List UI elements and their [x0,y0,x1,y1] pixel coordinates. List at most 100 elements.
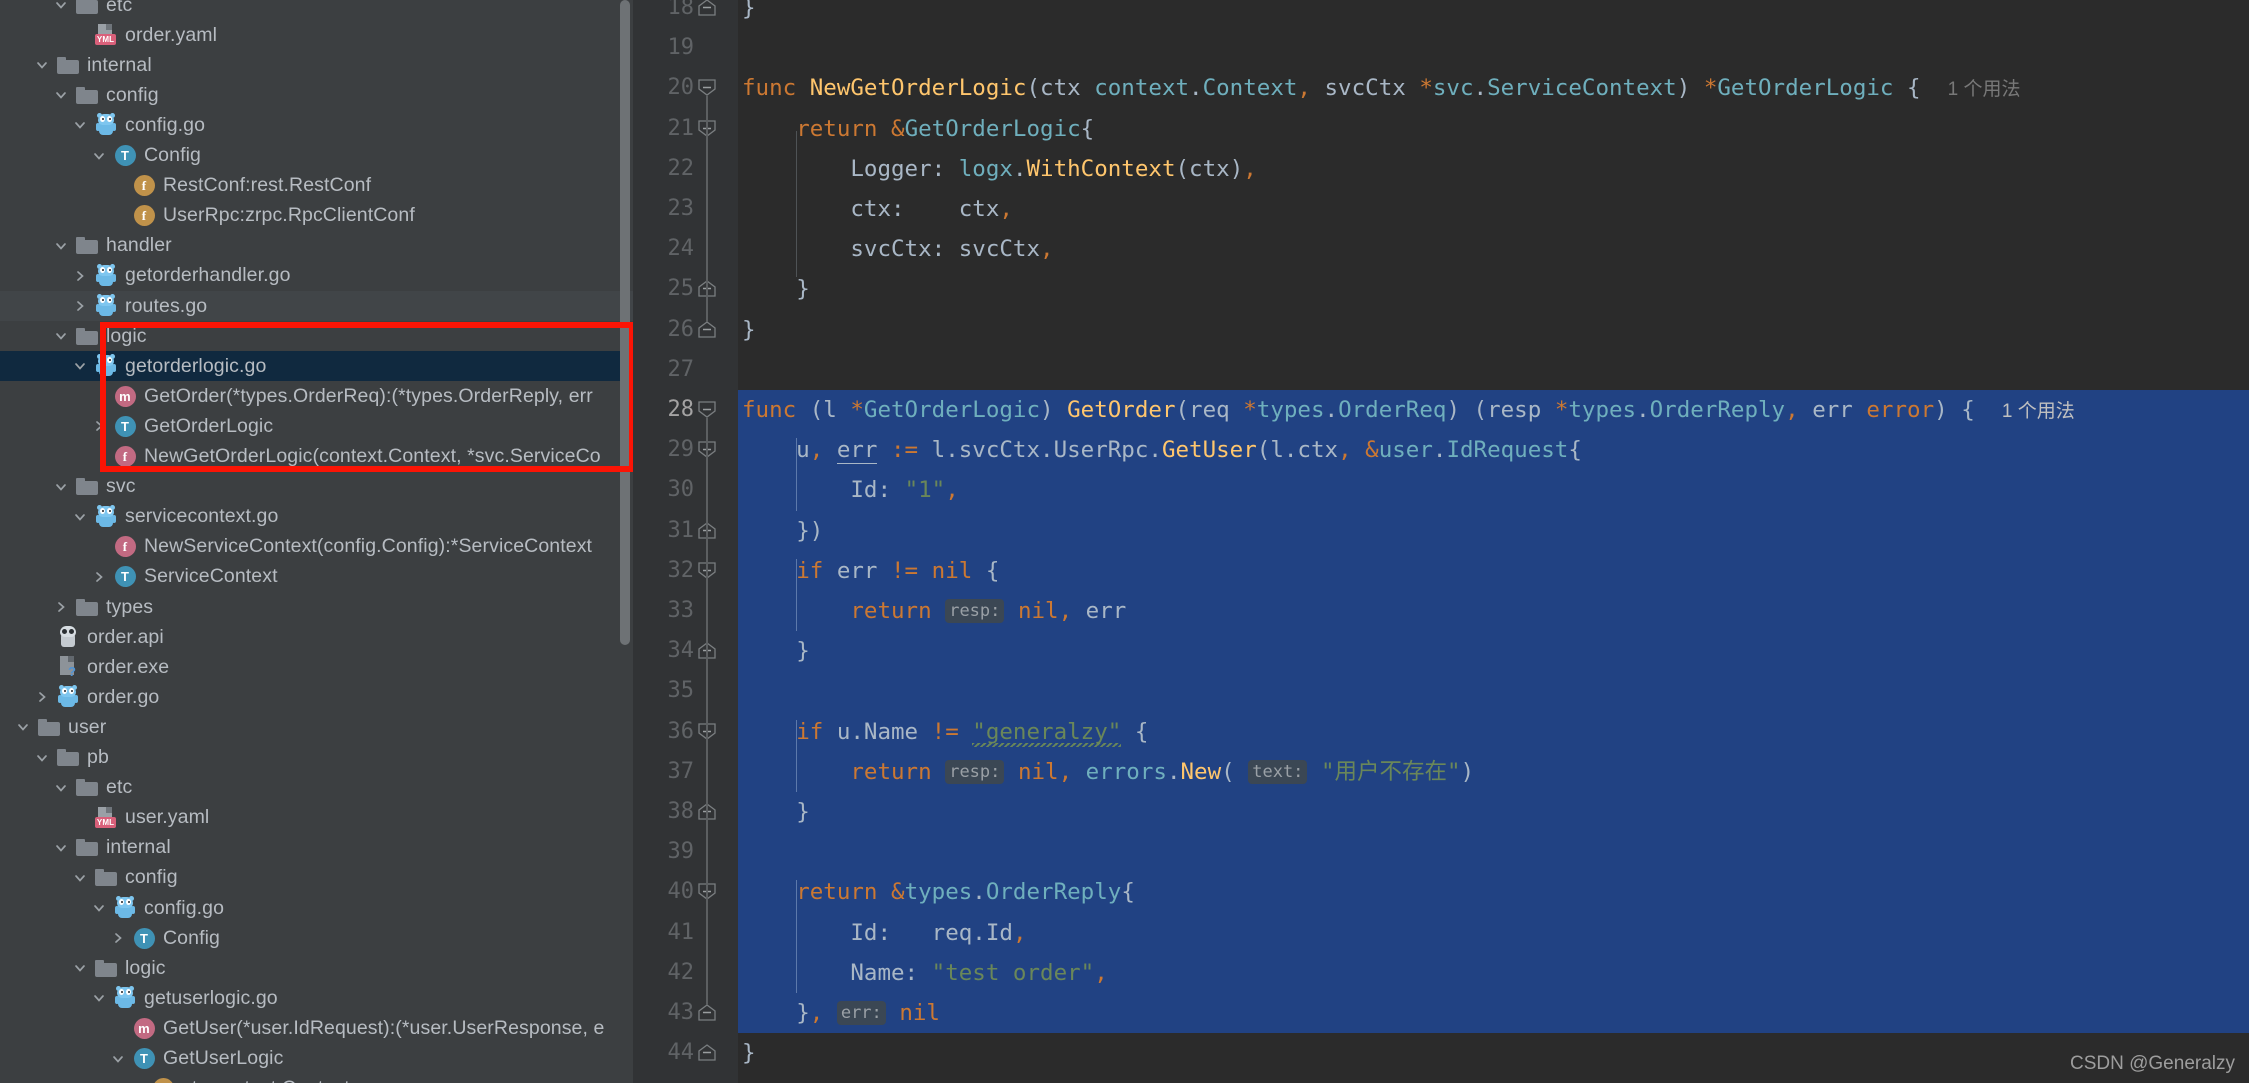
tree-row[interactable]: logic [0,953,633,983]
tree-row[interactable]: internal [0,833,633,863]
chevron-down-icon[interactable] [29,50,55,80]
code-line[interactable]: svcCtx: svcCtx, [738,229,1053,269]
code-line[interactable]: func NewGetOrderLogic(ctx context.Contex… [738,68,2021,108]
tree-row[interactable]: svc [0,472,633,502]
code-line[interactable] [738,28,742,68]
tree-row[interactable]: getorderlogic.go [0,351,633,382]
chevron-down-icon[interactable] [48,0,74,20]
tree-row[interactable]: m GetUser(*user.IdRequest):(*user.UserRes… [0,1013,633,1043]
tree-scrollbar[interactable] [620,0,630,645]
tree-row[interactable]: f UserRpc:zrpc.RpcClientConf [0,201,633,231]
fold-collapse-icon[interactable] [697,78,717,98]
tree-row[interactable]: ? order.exe [0,652,633,682]
editor-gutter[interactable]: 18 19 20 21 22 23 24 25 26 27 28 29 30 31 32 33 34 35 36 37… [633,0,738,1083]
fold-end-icon[interactable] [697,0,717,18]
tree-row[interactable]: user [0,712,633,742]
code-line[interactable]: return resp: nil, errors.New( text: "用户不… [738,752,1474,792]
chevron-right-icon[interactable] [48,592,74,622]
code-line[interactable]: } [738,269,810,309]
editor-code-area[interactable]: } func NewGetOrderLogic(ctx context.Conte… [738,0,2249,1083]
chevron-down-icon[interactable] [10,712,36,742]
chevron-down-icon[interactable] [48,472,74,502]
code-line[interactable] [738,350,742,390]
chevron-down-icon[interactable] [29,743,55,773]
project-tool-window[interactable]: etc YML order.yaml internal config config.go T… [0,0,633,1083]
code-line[interactable] [738,832,742,872]
chevron-down-icon[interactable] [86,141,112,171]
fold-end-icon[interactable] [697,1003,717,1023]
tree-row[interactable]: order.api [0,622,633,652]
tree-row[interactable]: T Config [0,923,633,953]
tree-row[interactable]: YML order.yaml [0,20,633,50]
chevron-down-icon[interactable] [67,110,93,140]
tree-row[interactable]: types [0,592,633,622]
code-line[interactable]: }, err: nil [738,993,940,1033]
tree-row[interactable]: config.go [0,893,633,923]
tree-row[interactable]: etc [0,0,633,20]
tree-row[interactable]: T ServiceContext [0,562,633,592]
code-line[interactable]: }) [738,511,823,551]
tree-row[interactable]: logic [0,321,633,351]
tree-row[interactable]: routes.go [0,291,633,322]
tree-row[interactable]: servicecontext.go [0,502,633,532]
code-line[interactable]: Name: "test order", [738,953,1107,993]
fold-end-icon[interactable] [697,320,717,340]
chevron-down-icon[interactable] [67,953,93,983]
tree-row[interactable]: internal [0,50,633,80]
chevron-down-icon[interactable] [86,983,112,1013]
code-line[interactable]: } [738,310,756,350]
chevron-down-icon[interactable] [48,231,74,261]
code-line[interactable]: Logger: logx.WithContext(ctx), [738,149,1256,189]
tree-row[interactable]: config [0,863,633,893]
code-line[interactable]: if err != nil { [738,551,999,591]
tree-row[interactable]: getuserlogic.go [0,983,633,1013]
chevron-right-icon[interactable] [105,923,131,953]
code-line[interactable]: return &GetOrderLogic{ [738,109,1094,149]
chevron-down-icon[interactable] [67,863,93,893]
tree-row[interactable]: f NewServiceContext(config.Config):*Servi… [0,532,633,562]
code-line[interactable]: func (l *GetOrderLogic) GetOrder(req *ty… [738,390,2075,430]
chevron-right-icon[interactable] [67,261,93,291]
code-line[interactable]: } [738,0,756,28]
fold-end-icon[interactable] [697,1043,717,1063]
code-editor[interactable]: 18 19 20 21 22 23 24 25 26 27 28 29 30 31 32 33 34 35 36 37… [633,0,2249,1083]
code-line[interactable]: Id: "1", [738,470,958,510]
tree-row[interactable]: etc [0,773,633,803]
code-line[interactable]: ctx: ctx, [738,189,1013,229]
tree-row[interactable]: m GetOrder(*types.OrderReq):(*types.Order… [0,381,633,411]
tree-row[interactable]: f RestConf:rest.RestConf [0,171,633,201]
tree-row[interactable]: getorderhandler.go [0,261,633,291]
chevron-down-icon[interactable] [48,773,74,803]
tree-row[interactable]: f ctx:context.Context [0,1074,633,1083]
chevron-down-icon[interactable] [67,351,93,381]
code-line[interactable]: return &types.OrderReply{ [738,872,1135,912]
chevron-right-icon[interactable] [67,291,93,321]
tree-row[interactable]: handler [0,231,633,261]
code-line[interactable] [738,671,742,711]
chevron-down-icon[interactable] [67,502,93,532]
tree-row[interactable]: config.go [0,110,633,140]
tree-row[interactable]: pb [0,743,633,773]
code-line[interactable]: if u.Name != "generalzy" { [738,712,1148,752]
tree-row[interactable]: config [0,80,633,110]
tree-row[interactable]: T GetUserLogic [0,1044,633,1074]
chevron-down-icon[interactable] [48,80,74,110]
chevron-down-icon[interactable] [48,833,74,863]
chevron-right-icon[interactable] [29,682,55,712]
chevron-right-icon[interactable] [86,411,112,441]
chevron-down-icon[interactable] [105,1044,131,1074]
tree-row[interactable]: order.go [0,682,633,712]
code-line[interactable]: Id: req.Id, [738,913,1026,953]
code-line[interactable]: } [738,631,810,671]
tree-row[interactable]: f NewGetOrderLogic(context.Context, *svc.… [0,442,633,472]
chevron-down-icon[interactable] [86,893,112,923]
fold-collapse-icon[interactable] [697,400,717,420]
code-line[interactable]: } [738,792,810,832]
code-line[interactable]: } [738,1033,756,1073]
chevron-right-icon[interactable] [86,562,112,592]
tree-row[interactable]: YML user.yaml [0,803,633,833]
tree-row[interactable]: T Config [0,141,633,171]
chevron-down-icon[interactable] [48,321,74,351]
code-line[interactable]: u, err := l.svcCtx.UserRpc.GetUser(l.ctx… [738,430,1582,470]
tree-row[interactable]: T GetOrderLogic [0,411,633,441]
